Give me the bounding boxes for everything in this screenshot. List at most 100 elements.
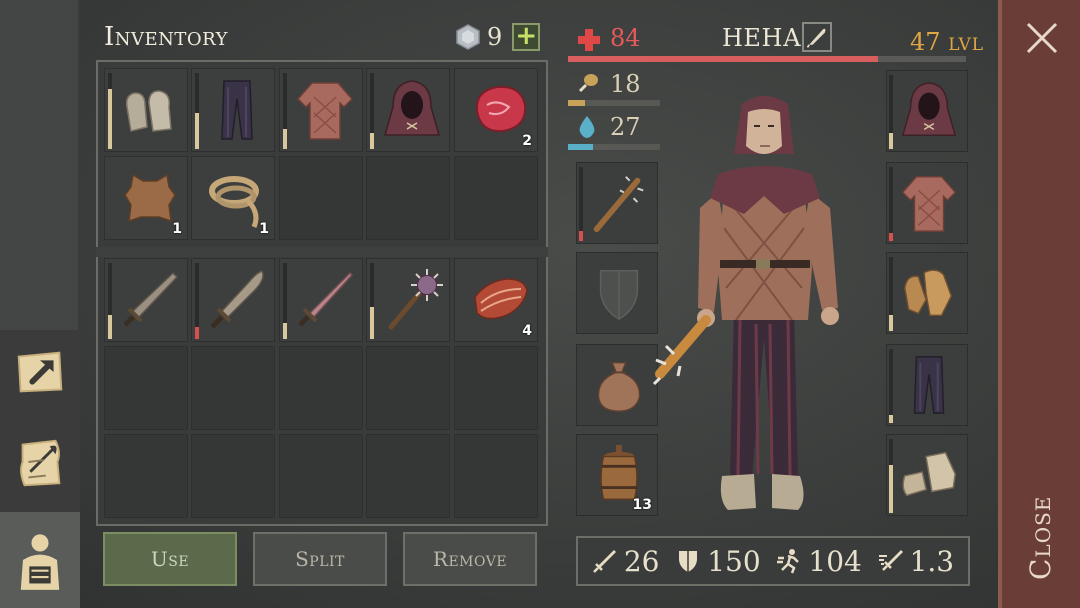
inventory-slot-empty[interactable]: [104, 346, 188, 430]
food-bar: [568, 100, 660, 106]
inventory-slot[interactable]: 2: [454, 68, 538, 152]
hood-icon: [901, 82, 957, 136]
close-icon[interactable]: [1020, 16, 1064, 60]
health-bar: [568, 56, 966, 62]
inventory-slot-empty[interactable]: [366, 434, 450, 518]
boots-icon: [902, 451, 956, 497]
water-bar: [568, 144, 660, 150]
character-backpack-icon: [20, 534, 60, 590]
defense-stat: 150: [675, 545, 761, 578]
attack-speed-value: 1.3: [909, 544, 955, 578]
inventory-slot-empty[interactable]: [366, 156, 450, 240]
legs-slot[interactable]: [886, 344, 968, 426]
shield-slot[interactable]: [576, 252, 658, 334]
body-slot[interactable]: [886, 162, 968, 244]
inventory-slot-empty[interactable]: [279, 156, 363, 240]
combat-stats-bar: 26 150 104 1.3: [576, 536, 970, 586]
drumstick-icon: [578, 74, 598, 93]
mace-icon: [388, 269, 443, 330]
food-value: 18: [610, 70, 641, 98]
durability-bar: [195, 327, 199, 339]
inventory-slot[interactable]: [279, 258, 363, 342]
grid-separator: [96, 247, 548, 257]
remove-button[interactable]: Remove: [403, 532, 537, 586]
inventory-slot[interactable]: 1: [191, 156, 275, 240]
inventory-slot-empty[interactable]: [279, 346, 363, 430]
mittens-icon: [125, 90, 172, 132]
inventory-slot[interactable]: [104, 68, 188, 152]
durability-bar: [889, 233, 893, 241]
use-button[interactable]: Use: [103, 532, 237, 586]
journal-tab[interactable]: [8, 430, 72, 494]
crafting-hammer-icon: [17, 351, 63, 393]
durability-bar: [579, 231, 583, 241]
attack-value: 26: [623, 544, 660, 578]
durability-bar: [889, 415, 893, 423]
add-coins-button[interactable]: +: [512, 23, 541, 51]
machete-icon: [210, 270, 264, 329]
inventory-slot-empty[interactable]: [191, 346, 275, 430]
hood-icon: [384, 80, 440, 136]
feet-slot[interactable]: [886, 434, 968, 516]
durability-bar: [195, 113, 199, 149]
shield-silhouette-icon: [599, 269, 639, 321]
inventory-slot[interactable]: 1: [104, 156, 188, 240]
attack-speed-stat: 1.3: [878, 544, 955, 578]
bag-slot[interactable]: [576, 344, 658, 426]
water-drop-icon: [579, 116, 595, 138]
pants-icon: [221, 80, 253, 140]
inventory-slot-empty[interactable]: [454, 156, 538, 240]
inventory-tab[interactable]: [0, 512, 80, 608]
character-model: [652, 96, 839, 510]
food-stat: 18: [574, 70, 641, 98]
weapon-slot[interactable]: [576, 162, 658, 244]
inventory-slot-empty[interactable]: [366, 346, 450, 430]
spiked-club-icon: [593, 176, 644, 233]
item-quantity: 2: [522, 133, 532, 149]
durability-bar: [108, 89, 112, 149]
longsword-icon: [298, 271, 354, 327]
inventory-slot-empty[interactable]: [104, 434, 188, 518]
item-quantity: 1: [259, 221, 269, 237]
inventory-slot-empty[interactable]: [454, 346, 538, 430]
inventory-slot-empty[interactable]: [454, 434, 538, 518]
inventory-slot[interactable]: 4: [454, 258, 538, 342]
attack-stat: 26: [592, 545, 660, 578]
durability-bar: [283, 129, 287, 149]
level-value: 47: [910, 28, 941, 56]
inventory-slot[interactable]: [191, 68, 275, 152]
hands-slot[interactable]: [886, 252, 968, 334]
speed-value: 104: [808, 544, 862, 578]
item-quantity: 4: [522, 323, 532, 339]
scroll-quill-icon: [20, 439, 61, 487]
inventory-slot-empty[interactable]: [279, 434, 363, 518]
crafting-tab[interactable]: [8, 340, 72, 404]
running-man-icon: [777, 549, 800, 574]
character-name: НЕНА: [722, 24, 802, 52]
durability-bar: [370, 133, 374, 149]
close-label: Close: [1024, 495, 1057, 580]
health-bar-fill: [568, 56, 879, 62]
item-quantity: 1: [172, 221, 182, 237]
durability-bar: [108, 315, 112, 339]
head-slot[interactable]: [886, 70, 968, 152]
split-button[interactable]: Split: [253, 532, 387, 586]
inventory-slot[interactable]: [191, 258, 275, 342]
durability-bar: [889, 465, 893, 513]
item-quantity: 13: [632, 497, 652, 513]
inventory-slot[interactable]: [104, 258, 188, 342]
inventory-slot[interactable]: [366, 258, 450, 342]
edit-name-button[interactable]: [802, 22, 832, 52]
inventory-slot-empty[interactable]: [191, 434, 275, 518]
container-slot[interactable]: 13: [576, 434, 658, 516]
shield-defense-icon: [679, 551, 698, 572]
inventory-slot[interactable]: [279, 68, 363, 152]
level-display: 47 LVL: [910, 28, 984, 56]
close-panel[interactable]: Close: [998, 0, 1080, 608]
quill-icon: [806, 28, 826, 48]
level-unit: LVL: [948, 35, 985, 55]
coin-count: 9: [487, 23, 503, 51]
inventory-slot[interactable]: [366, 68, 450, 152]
swift-sword-icon: [878, 550, 903, 571]
padded-shirt-icon: [901, 176, 957, 232]
